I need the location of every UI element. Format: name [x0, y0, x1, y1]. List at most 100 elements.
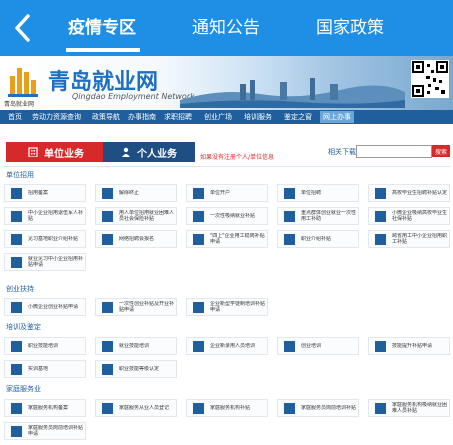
service-card[interactable]: 家庭服务机构补贴 — [186, 399, 268, 417]
service-card-label: 职业介绍补贴 — [301, 236, 332, 242]
register-hint[interactable]: 如果没有注册个人/单位信息 — [200, 152, 274, 161]
service-card-label: 招用备案 — [28, 190, 49, 196]
service-card[interactable]: 职业技能等级认定 — [95, 360, 177, 378]
document-icon — [284, 210, 295, 222]
service-card-label: 跨省用工中小企业招用职工补贴 — [392, 233, 448, 245]
logo-caption: 青岛就业网 — [4, 101, 35, 108]
service-card[interactable]: 单位招聘 — [277, 184, 359, 202]
document-icon — [11, 425, 22, 437]
document-icon — [193, 340, 204, 352]
service-card[interactable]: 实训基地 — [4, 360, 86, 378]
document-icon — [375, 340, 386, 352]
document-icon — [375, 187, 386, 199]
service-card[interactable]: 职业介绍补贴 — [277, 230, 359, 248]
unit-business-button[interactable]: 单位业务 — [6, 142, 106, 162]
nav-policy-guide[interactable]: 政策导航 — [92, 112, 120, 122]
service-card[interactable]: 重点群体创业就业一次性用工补助 — [277, 207, 359, 225]
service-card-label: 中小企业招用退伍军人补贴 — [28, 210, 84, 222]
service-card-label: 就业见习中小企业招用补贴申请 — [28, 256, 84, 268]
site-banner: 青岛就业网 青岛就业网 Qingdao Employment Network — [0, 56, 453, 110]
back-arrow-icon[interactable] — [8, 10, 38, 46]
service-card[interactable]: 创业培训 — [277, 337, 359, 355]
document-icon — [284, 187, 295, 199]
service-card-label: 小微企业吸纳高校毕业生社保补贴 — [392, 210, 448, 222]
document-icon — [11, 187, 22, 199]
nav-home[interactable]: 首页 — [8, 112, 22, 122]
document-icon — [11, 363, 22, 375]
service-card[interactable]: 就业技能培训 — [95, 337, 177, 355]
person-icon — [122, 147, 130, 157]
service-card[interactable]: 解除终止 — [95, 184, 177, 202]
service-card[interactable]: 见习基地职业介绍补贴 — [4, 230, 86, 248]
service-card[interactable]: 高校毕业生招聘补贴认定 — [368, 184, 450, 202]
service-card[interactable]: 就业见习中小企业招用补贴申请 — [4, 253, 86, 271]
document-icon — [193, 301, 204, 313]
service-card-label: 重点群体创业就业一次性用工补助 — [301, 210, 357, 222]
service-card[interactable]: 小微企业创业补贴申请 — [4, 298, 86, 316]
service-card[interactable]: 单位开户 — [186, 184, 268, 202]
service-card-label: 就业技能培训 — [119, 343, 150, 349]
nav-service-guide[interactable]: 办事指南 — [128, 112, 156, 122]
personal-business-label: 个人业务 — [137, 148, 177, 160]
service-card[interactable]: 企业新型学徒制培训补贴申请 — [186, 298, 268, 316]
service-card-label: 创业培训 — [301, 343, 322, 349]
service-card[interactable]: "四上"企业用工稳岗补贴申请 — [186, 230, 268, 248]
service-card[interactable]: 跨省用工中小企业招用职工补贴 — [368, 230, 450, 248]
service-card-label: 家庭服务机构补贴 — [210, 405, 251, 411]
service-card-label: 家庭服务员岗前培训补贴申请 — [28, 425, 84, 437]
nav-startup-square[interactable]: 创业广场 — [204, 112, 232, 122]
service-card[interactable]: 技能提升补贴申请 — [368, 337, 450, 355]
nav-labor-resource[interactable]: 劳动力资源查询 — [32, 112, 81, 122]
document-icon — [102, 402, 113, 414]
download-search-button[interactable]: 搜索 — [432, 145, 450, 157]
document-icon — [375, 210, 386, 222]
document-icon — [11, 233, 22, 245]
service-card-label: 家庭服务员岗前培训补贴 — [301, 405, 357, 411]
service-card[interactable]: 一次性吸纳就业补贴 — [186, 207, 268, 225]
document-icon — [375, 233, 386, 245]
service-card[interactable]: 网络招聘会报名 — [95, 230, 177, 248]
service-card[interactable]: 用人单位招用就业困难人员社会保险补贴 — [95, 207, 177, 225]
service-card-label: 见习基地职业介绍补贴 — [28, 236, 79, 242]
document-icon — [284, 340, 295, 352]
city-skyline-image — [180, 78, 405, 108]
document-icon — [102, 363, 113, 375]
service-card[interactable]: 家庭服务从业人员登记 — [95, 399, 177, 417]
tab-notices[interactable]: 通知公告 — [192, 13, 260, 38]
tab-national-policy[interactable]: 国家政策 — [316, 13, 384, 38]
service-card[interactable]: 家庭服务员岗前培训补贴 — [277, 399, 359, 417]
service-card[interactable]: 家庭服务员岗前培训补贴申请 — [4, 422, 86, 440]
service-card[interactable]: 家庭服务机构吸纳就业困难人员补贴 — [368, 399, 450, 417]
service-card-label: 家庭服务从业人员登记 — [119, 405, 170, 411]
document-icon — [375, 402, 386, 414]
building-icon — [28, 147, 38, 157]
nav-job-recruit[interactable]: 求职招聘 — [164, 112, 192, 122]
tab-epidemic[interactable]: 疫情专区 — [68, 13, 136, 38]
service-card-label: 一次性创业补贴及开业补贴申请 — [119, 301, 175, 313]
document-icon — [284, 233, 295, 245]
document-icon — [11, 210, 22, 222]
service-card[interactable]: 小微企业吸纳高校毕业生社保补贴 — [368, 207, 450, 225]
document-icon — [193, 402, 204, 414]
service-card[interactable]: 企业新录用人员培训 — [186, 337, 268, 355]
service-card[interactable]: 招用备案 — [4, 184, 86, 202]
qr-code-icon — [411, 60, 449, 98]
document-icon — [193, 187, 204, 199]
service-card[interactable]: 职业技能培训 — [4, 337, 86, 355]
service-card[interactable]: 一次性创业补贴及开业补贴申请 — [95, 298, 177, 316]
personal-business-button[interactable]: 个人业务 — [103, 142, 195, 162]
document-icon — [102, 301, 113, 313]
document-icon — [11, 340, 22, 352]
service-card[interactable]: 中小企业招用退伍军人补贴 — [4, 207, 86, 225]
nav-online-service[interactable]: 网上办事 — [320, 111, 354, 123]
section-divider — [4, 166, 450, 167]
unit-business-label: 单位业务 — [44, 148, 84, 160]
service-card-label: 单位开户 — [210, 190, 231, 196]
nav-training[interactable]: 培训服务 — [244, 112, 272, 122]
download-label[interactable]: 相关下载 — [328, 147, 356, 157]
service-card[interactable]: 家庭服务机构备案 — [4, 399, 86, 417]
app-header: 疫情专区 通知公告 国家政策 — [0, 0, 453, 56]
download-search-input[interactable] — [356, 145, 432, 158]
nav-appraisal[interactable]: 鉴定之窗 — [284, 112, 312, 122]
site-logo-icon — [8, 68, 38, 97]
